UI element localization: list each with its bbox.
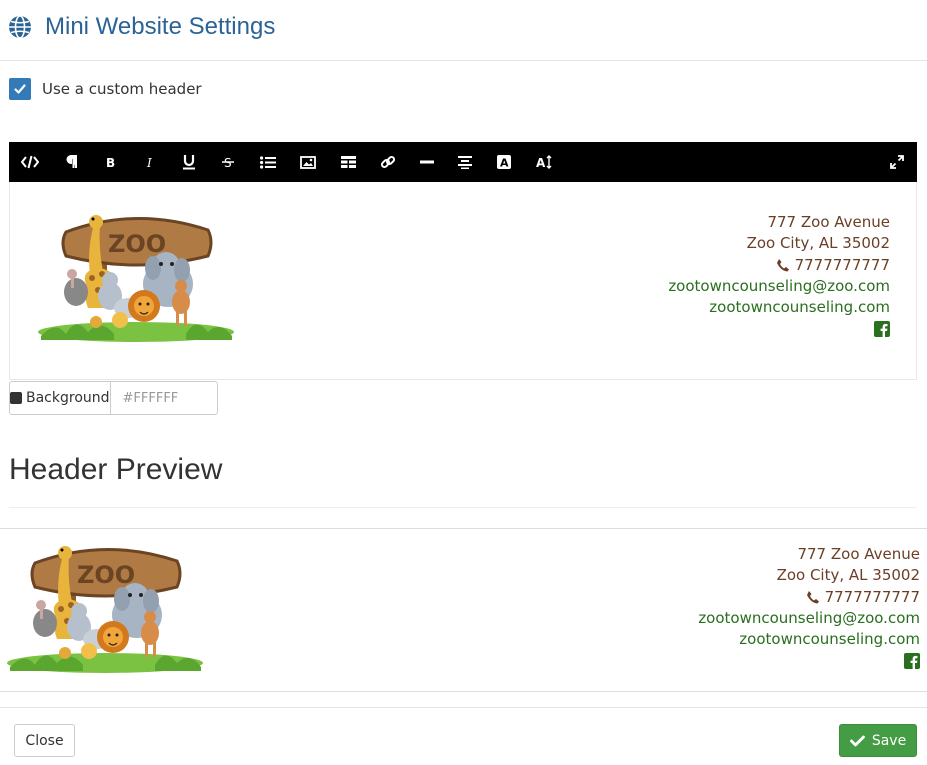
- editor-toolbar: B I S A A: [9, 142, 917, 182]
- facebook-icon[interactable]: [874, 321, 890, 338]
- preview-email-link[interactable]: zootowncounseling@zoo.com: [698, 608, 920, 629]
- insert-link-button[interactable]: [371, 142, 405, 182]
- fullscreen-button[interactable]: [880, 142, 914, 182]
- expand-icon: [890, 155, 904, 169]
- strikethrough-icon: S: [222, 156, 234, 169]
- checkmark-icon: [14, 84, 26, 94]
- close-button[interactable]: Close: [14, 724, 75, 757]
- svg-text:A: A: [536, 156, 546, 169]
- custom-header-label: Use a custom header: [42, 80, 202, 98]
- phone-icon: [776, 258, 789, 272]
- save-label: Save: [871, 732, 907, 749]
- bold-button[interactable]: B: [93, 142, 127, 182]
- color-swatch: [10, 392, 22, 404]
- logo-text: ZOO: [108, 230, 166, 258]
- modal-header: Mini Website Settings: [0, 0, 927, 61]
- insert-image-button[interactable]: [291, 142, 325, 182]
- divider: [9, 507, 917, 508]
- svg-text:A: A: [500, 157, 509, 170]
- image-icon: [300, 155, 316, 169]
- preview-logo-text: ZOO: [77, 561, 135, 589]
- preview-address-line2: Zoo City, AL 35002: [776, 566, 920, 585]
- preview-phone-row: 7777777777: [698, 587, 920, 608]
- svg-text:B: B: [106, 156, 115, 168]
- custom-header-option[interactable]: Use a custom header: [9, 78, 202, 100]
- underline-icon: [183, 155, 195, 170]
- background-color-group: Background: [9, 381, 295, 415]
- editor-contact-block: 777 Zoo Avenue Zoo City, AL 35002 777777…: [668, 212, 890, 340]
- paragraph-icon: [66, 155, 77, 168]
- social-row: [668, 318, 890, 340]
- font-size-button[interactable]: A: [527, 142, 561, 182]
- address-line2: Zoo City, AL 35002: [746, 234, 890, 253]
- preview-zoo-logo-image: ZOO: [4, 543, 206, 677]
- svg-text:I: I: [146, 156, 152, 168]
- align-center-icon: [458, 155, 472, 169]
- address-line1: 777 Zoo Avenue: [767, 213, 890, 231]
- check-icon: [849, 735, 865, 746]
- italic-icon: I: [146, 156, 152, 168]
- divider: [0, 691, 927, 692]
- underline-button[interactable]: [172, 142, 206, 182]
- background-label: Background: [26, 390, 110, 406]
- background-color-input[interactable]: [110, 382, 295, 414]
- preview-website-link[interactable]: zootowncounseling.com: [698, 629, 920, 650]
- header-editor[interactable]: ZOO 777 Zoo Avenue Zoo City, AL 35002 77…: [9, 182, 917, 380]
- align-button[interactable]: [448, 142, 482, 182]
- website-link[interactable]: zootowncounseling.com: [668, 297, 890, 318]
- preview-address-line1: 777 Zoo Avenue: [797, 545, 920, 563]
- code-icon: [21, 155, 39, 169]
- code-view-button[interactable]: [13, 142, 47, 182]
- phone-row: 7777777777: [668, 255, 890, 276]
- table-icon: [340, 156, 356, 168]
- font-color-icon: A: [497, 155, 511, 169]
- preview-title: Header Preview: [9, 453, 223, 486]
- save-button[interactable]: Save: [839, 724, 917, 757]
- phone-number: 7777777777: [794, 255, 890, 274]
- phone-icon: [806, 590, 819, 604]
- font-color-button[interactable]: A: [487, 142, 521, 182]
- preview-phone-number: 7777777777: [824, 587, 920, 606]
- italic-button[interactable]: I: [133, 142, 167, 182]
- custom-header-checkbox[interactable]: [9, 78, 31, 100]
- paragraph-button[interactable]: [54, 142, 88, 182]
- link-icon: [380, 155, 396, 169]
- facebook-icon[interactable]: [904, 653, 920, 670]
- modal-title: Mini Website Settings: [45, 13, 276, 40]
- preview-social-row: [698, 650, 920, 672]
- list-icon: [260, 155, 276, 169]
- preview-contact-block: 777 Zoo Avenue Zoo City, AL 35002 777777…: [698, 544, 920, 672]
- modal-footer: Close Save: [0, 707, 927, 765]
- insert-table-button[interactable]: [331, 142, 365, 182]
- divider: [0, 528, 927, 529]
- email-link[interactable]: zootowncounseling@zoo.com: [668, 276, 890, 297]
- unordered-list-button[interactable]: [251, 142, 285, 182]
- background-color-picker[interactable]: Background: [10, 382, 111, 414]
- zoo-logo-image: ZOO: [38, 215, 234, 342]
- strikethrough-button[interactable]: S: [211, 142, 245, 182]
- horizontal-rule-icon: [420, 160, 434, 164]
- globe-icon: [9, 15, 31, 39]
- bold-icon: B: [106, 156, 115, 168]
- font-size-icon: A: [536, 155, 552, 169]
- horizontal-rule-button[interactable]: [410, 142, 444, 182]
